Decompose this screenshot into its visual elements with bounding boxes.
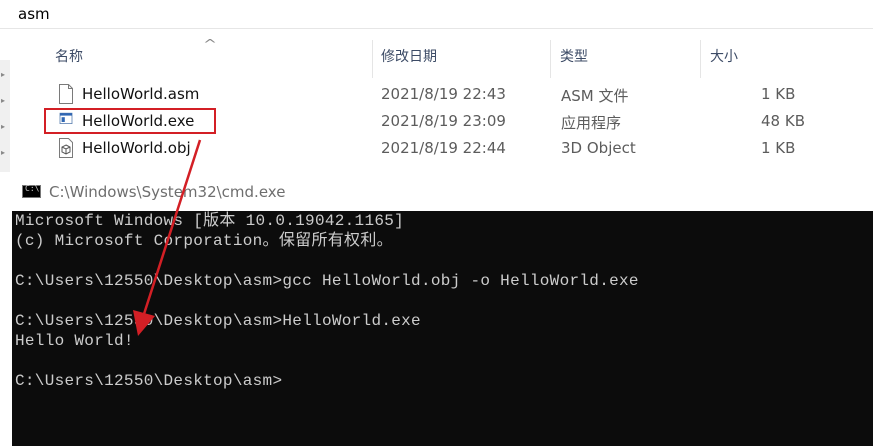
file-date: 2021/8/19 22:44	[381, 139, 506, 157]
chevron-right-icon: ▸	[1, 96, 6, 105]
terminal-icon: C:\	[22, 184, 41, 198]
file-date: 2021/8/19 23:09	[381, 112, 506, 130]
column-header-row: 名称 修改日期 类型 大小	[36, 40, 873, 78]
column-header-type[interactable]: 类型	[560, 40, 588, 74]
column-header-date[interactable]: 修改日期	[381, 40, 437, 74]
console-prompt-line: C:\Users\12550\Desktop\asm>	[15, 372, 283, 390]
file-type: ASM 文件	[561, 87, 629, 105]
column-header-size[interactable]: 大小	[710, 40, 738, 74]
cmd-window[interactable]: C:\ C:\Windows\System32\cmd.exe Microsof…	[12, 173, 873, 446]
file-row[interactable]: HelloWorld.obj 2021/8/19 22:44 3D Object…	[44, 135, 873, 162]
column-divider[interactable]	[372, 40, 373, 78]
console-line: (c) Microsoft Corporation。保留所有权利。	[15, 232, 393, 250]
column-header-name[interactable]: 名称	[55, 40, 83, 74]
file-date: 2021/8/19 22:43	[381, 85, 506, 103]
file-type: 3D Object	[561, 139, 636, 157]
chevron-right-icon: ▸	[1, 148, 6, 157]
address-bar[interactable]: asm	[0, 0, 873, 29]
file-size: 1 KB	[761, 139, 796, 157]
column-divider[interactable]	[700, 40, 701, 78]
console-output[interactable]: Microsoft Windows [版本 10.0.19042.1165] (…	[12, 211, 873, 446]
console-line: Hello World!	[15, 332, 134, 350]
cmd-title-bar[interactable]: C:\ C:\Windows\System32\cmd.exe	[12, 173, 873, 211]
current-folder-path: asm	[18, 5, 50, 23]
file-row[interactable]: HelloWorld.asm 2021/8/19 22:43 ASM 文件 1 …	[44, 81, 873, 108]
terminal-icon-text: C:\	[25, 184, 40, 193]
file-type: 应用程序	[561, 114, 622, 132]
file-size: 48 KB	[761, 112, 805, 130]
chevron-right-icon: ▸	[1, 122, 6, 131]
navigation-pane-edge[interactable]: ▸ ▸ ▸ ▸	[0, 60, 10, 172]
text-file-icon	[59, 84, 73, 104]
console-line: C:\Users\12550\Desktop\asm>gcc HelloWorl…	[15, 272, 639, 290]
3d-object-icon	[59, 138, 73, 158]
file-name: HelloWorld.obj	[82, 139, 191, 157]
file-size: 1 KB	[761, 85, 796, 103]
file-name: HelloWorld.asm	[82, 85, 200, 103]
column-divider[interactable]	[550, 40, 551, 78]
exe-highlight-box	[44, 108, 216, 134]
file-explorer: asm ▸ ▸ ▸ ▸ ^ 名称 修改日期 类型 大小 HelloWorld.a…	[0, 0, 873, 180]
console-line: Microsoft Windows [版本 10.0.19042.1165]	[15, 212, 405, 230]
chevron-right-icon: ▸	[1, 70, 6, 79]
console-line: C:\Users\12550\Desktop\asm>HelloWorld.ex…	[15, 312, 421, 330]
window-title: C:\Windows\System32\cmd.exe	[49, 183, 286, 201]
